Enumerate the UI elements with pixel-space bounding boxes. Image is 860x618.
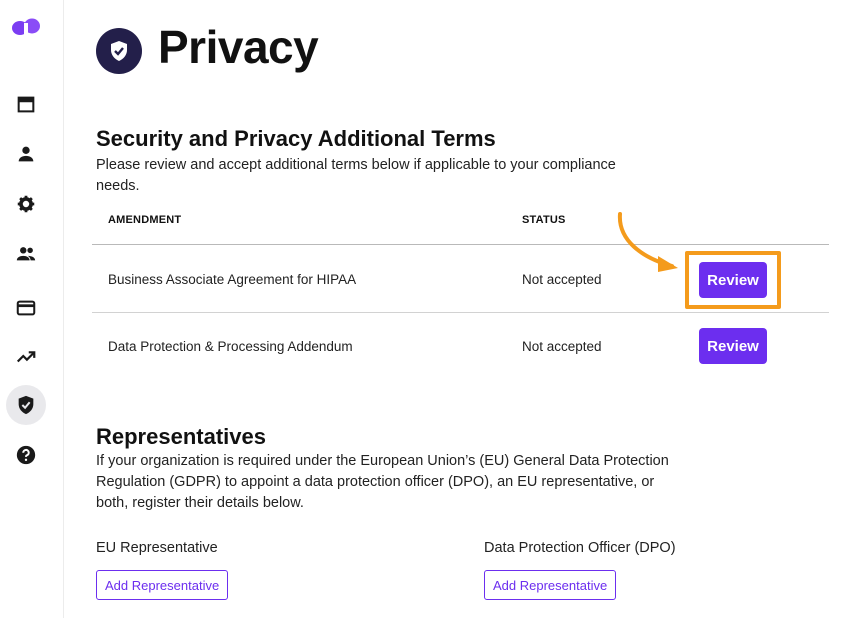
highlight-box [685, 251, 781, 309]
sidebar-item-analytics[interactable] [6, 336, 46, 376]
calendar-icon [17, 96, 35, 113]
page-title: Privacy [158, 21, 319, 73]
dpo-label: Data Protection Officer (DPO) [484, 540, 676, 556]
column-header-status: STATUS [522, 214, 566, 226]
page-icon [96, 28, 142, 74]
sidebar-item-privacy[interactable] [6, 385, 46, 425]
people-icon [16, 247, 36, 261]
representatives-section-title: Representatives [96, 424, 266, 449]
sidebar [0, 0, 64, 618]
amendment-name: Data Protection & Processing Addendum [108, 339, 353, 354]
sidebar-item-billing[interactable] [6, 288, 46, 328]
credit-card-icon [16, 300, 36, 316]
column-header-amendment: AMENDMENT [108, 214, 182, 226]
annotation-arrow-icon [617, 212, 678, 272]
trending-up-icon [16, 351, 36, 363]
amendment-status: Not accepted [522, 339, 602, 354]
row-divider [92, 312, 829, 313]
shield-check-icon [18, 395, 34, 415]
eu-representative-label: EU Representative [96, 540, 218, 556]
shield-check-icon [111, 41, 127, 61]
amendment-name: Business Associate Agreement for HIPAA [108, 272, 357, 287]
brand-logo[interactable] [11, 17, 41, 37]
sidebar-item-account[interactable] [6, 134, 46, 174]
table-header-divider [92, 244, 829, 245]
terms-section-title: Security and Privacy Additional Terms [96, 126, 496, 151]
review-button[interactable]: Review [699, 328, 767, 364]
amendment-status: Not accepted [522, 272, 602, 287]
terms-section-description: Please review and accept additional term… [96, 157, 616, 194]
sidebar-item-team[interactable] [6, 234, 46, 274]
representatives-section-description: If your organization is required under t… [96, 453, 669, 511]
sidebar-item-settings[interactable] [6, 184, 46, 224]
help-icon [16, 445, 36, 465]
add-dpo-representative-button[interactable]: Add Representative [484, 570, 617, 600]
sidebar-item-calendar[interactable] [6, 84, 46, 124]
sidebar-item-help[interactable] [6, 435, 46, 475]
user-icon [18, 146, 34, 162]
add-eu-representative-button[interactable]: Add Representative [96, 570, 229, 600]
gear-icon [17, 195, 35, 213]
